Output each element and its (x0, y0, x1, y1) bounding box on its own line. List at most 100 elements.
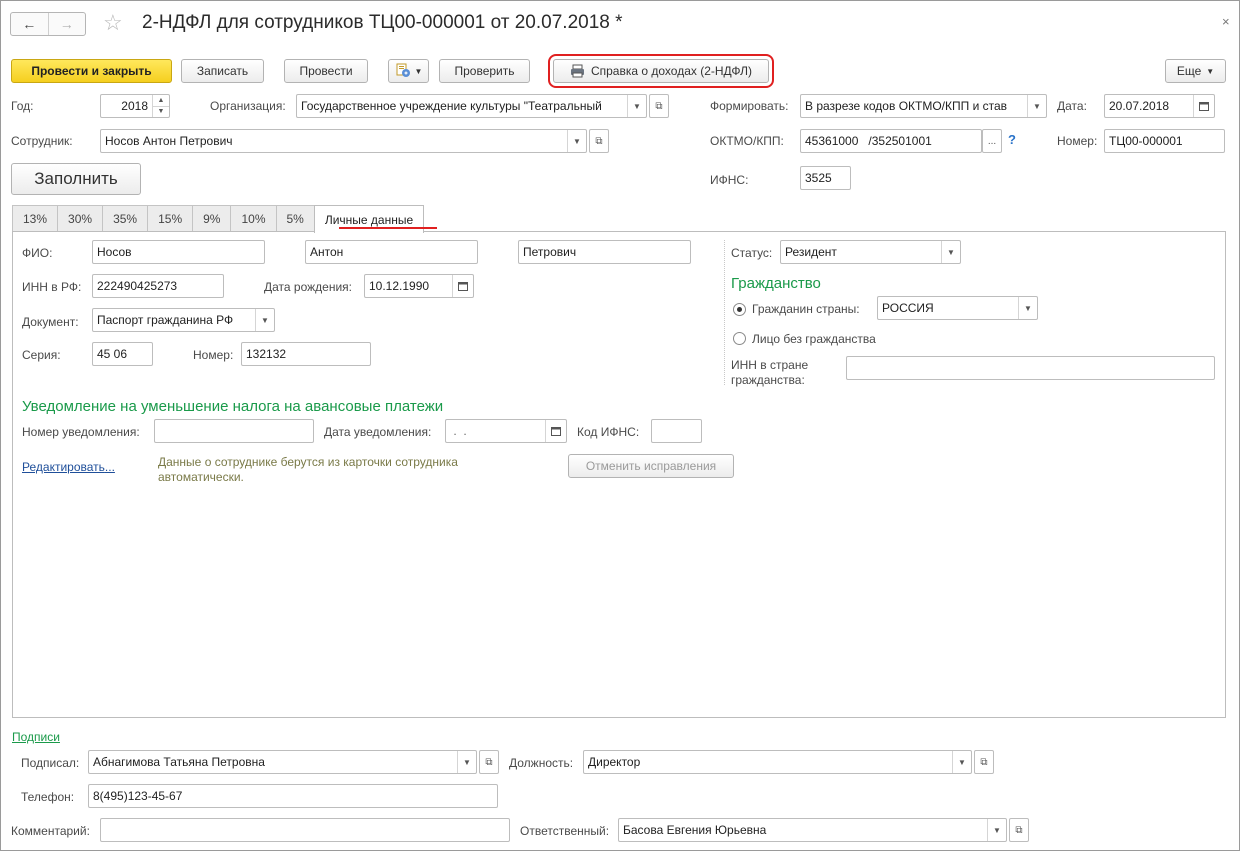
income-report-button[interactable]: Справка о доходах (2-НДФЛ) (548, 54, 774, 88)
position-value: Директор (588, 755, 641, 769)
organization-label: Организация: (210, 99, 286, 113)
calendar-icon[interactable] (545, 420, 566, 442)
back-arrow-icon[interactable]: ← (11, 13, 48, 35)
notice-date-field[interactable]: . . (445, 419, 567, 443)
responsible-field[interactable]: Басова Евгения Юрьевна ▼ (618, 818, 1007, 842)
oktmo-select-button[interactable]: ... (982, 129, 1002, 153)
last-name-field[interactable]: Носов (92, 240, 265, 264)
notice-number-field[interactable] (154, 419, 314, 443)
year-field[interactable]: 2018 ▲ ▼ (100, 94, 170, 118)
stateless-radio[interactable] (733, 332, 746, 345)
middle-name-field[interactable]: Петрович (518, 240, 691, 264)
tab-9[interactable]: 9% (192, 205, 232, 231)
status-label: Статус: (731, 246, 773, 260)
position-label: Должность: (509, 756, 574, 770)
tab-35[interactable]: 35% (102, 205, 149, 231)
edit-link-dots: ... (104, 460, 115, 474)
doc-number-field[interactable]: 132132 (241, 342, 371, 366)
chevron-down-icon[interactable]: ▼ (567, 130, 586, 152)
check-button[interactable]: Проверить (439, 59, 530, 83)
forward-arrow-icon[interactable]: → (47, 13, 86, 35)
save-button[interactable]: Записать (181, 59, 264, 83)
fio-label: ФИО: (22, 246, 53, 260)
signed-value: Абнагимова Татьяна Петровна (93, 755, 265, 769)
birth-date-field[interactable]: 10.12.1990 (364, 274, 474, 298)
form-mode-label: Формировать: (710, 99, 789, 113)
chevron-down-icon[interactable]: ▼ (1018, 297, 1037, 319)
calendar-icon[interactable] (452, 275, 473, 297)
inn-foreign-field[interactable] (846, 356, 1215, 380)
signatures-section-link[interactable]: Подписи (12, 730, 60, 744)
employee-value: Носов Антон Петрович (105, 134, 233, 148)
citizen-radio[interactable] (733, 303, 746, 316)
income-report-label: Справка о доходах (2-НДФЛ) (590, 64, 753, 78)
tab-30[interactable]: 30% (57, 205, 104, 231)
number-value: ТЦ00-000001 (1109, 134, 1183, 148)
more-button[interactable]: Еще ▼ (1165, 59, 1226, 83)
phone-field[interactable]: 8(495)123-45-67 (88, 784, 498, 808)
chevron-down-icon[interactable]: ▼ (941, 241, 960, 263)
tab-highlight-underline (339, 227, 437, 229)
chevron-down-icon[interactable]: ▼ (627, 95, 646, 117)
series-field[interactable]: 45 06 (92, 342, 153, 366)
citizenship-title: Гражданство (731, 275, 821, 292)
chevron-down-icon[interactable]: ▼ (1027, 95, 1046, 117)
post-and-close-button[interactable]: Провести и закрыть (11, 59, 172, 83)
phone-label: Телефон: (21, 790, 75, 804)
number-field[interactable]: ТЦ00-000001 (1104, 129, 1225, 153)
inn-field[interactable]: 222490425273 (92, 274, 224, 298)
create-based-on-button[interactable]: ▼ (388, 59, 429, 83)
open-responsible-icon[interactable]: ⧉ (1009, 818, 1029, 842)
position-field[interactable]: Директор ▼ (583, 750, 972, 774)
chevron-down-icon[interactable]: ▼ (457, 751, 476, 773)
citizen-label: Гражданин страны: (752, 302, 860, 316)
open-signer-icon[interactable]: ⧉ (479, 750, 499, 774)
spin-down-icon[interactable]: ▼ (153, 105, 169, 118)
notice-number-label: Номер уведомления: (22, 425, 140, 439)
series-label: Серия: (22, 348, 61, 362)
comment-field[interactable] (100, 818, 510, 842)
help-icon[interactable]: ? (1008, 132, 1016, 147)
spin-up-icon[interactable]: ▲ (153, 95, 169, 106)
calendar-icon[interactable] (1193, 95, 1214, 117)
signed-field[interactable]: Абнагимова Татьяна Петровна ▼ (88, 750, 477, 774)
tab-13[interactable]: 13% (12, 205, 59, 231)
first-name-value: Антон (310, 245, 344, 259)
birth-date-label: Дата рождения: (264, 280, 352, 294)
organization-field[interactable]: Государственное учреждение культуры "Теа… (296, 94, 647, 118)
citizen-country-value: РОССИЯ (882, 301, 934, 315)
employee-field[interactable]: Носов Антон Петрович ▼ (100, 129, 587, 153)
ifns-field[interactable]: 3525 (800, 166, 851, 190)
oktmo-field[interactable]: 45361000 /352501001 (800, 129, 982, 153)
first-name-field[interactable]: Антон (305, 240, 478, 264)
chevron-down-icon[interactable]: ▼ (952, 751, 971, 773)
document-field[interactable]: Паспорт гражданина РФ ▼ (92, 308, 275, 332)
responsible-label: Ответственный: (520, 824, 610, 838)
post-button[interactable]: Провести (284, 59, 368, 83)
open-employee-icon[interactable]: ⧉ (589, 129, 609, 153)
open-organization-icon[interactable]: ⧉ (649, 94, 669, 118)
date-field[interactable]: 20.07.2018 (1104, 94, 1215, 118)
date-label: Дата: (1057, 99, 1087, 113)
ifns-code-field[interactable] (651, 419, 702, 443)
tab-15[interactable]: 15% (147, 205, 194, 231)
chevron-down-icon: ▼ (1206, 66, 1215, 76)
favorite-star-icon[interactable]: ☆ (103, 10, 123, 36)
status-field[interactable]: Резидент ▼ (780, 240, 961, 264)
year-spinner[interactable]: ▲ ▼ (152, 95, 169, 117)
comment-label: Комментарий: (11, 824, 90, 838)
tab-5[interactable]: 5% (275, 205, 315, 231)
number-label: Номер: (1057, 134, 1098, 148)
tab-10[interactable]: 10% (230, 205, 277, 231)
chevron-down-icon[interactable]: ▼ (255, 309, 274, 331)
edit-link[interactable]: Редактировать... (22, 460, 115, 474)
chevron-down-icon[interactable]: ▼ (987, 819, 1006, 841)
open-position-icon[interactable]: ⧉ (974, 750, 994, 774)
document-create-icon (395, 62, 411, 81)
form-mode-field[interactable]: В разрезе кодов ОКТМО/КПП и став ▼ (800, 94, 1047, 118)
fill-button[interactable]: Заполнить (11, 163, 141, 195)
status-value: Резидент (785, 245, 837, 259)
cancel-fixes-button[interactable]: Отменить исправления (568, 454, 734, 478)
citizen-country-field[interactable]: РОССИЯ ▼ (877, 296, 1038, 320)
close-icon[interactable]: × (1222, 14, 1230, 29)
